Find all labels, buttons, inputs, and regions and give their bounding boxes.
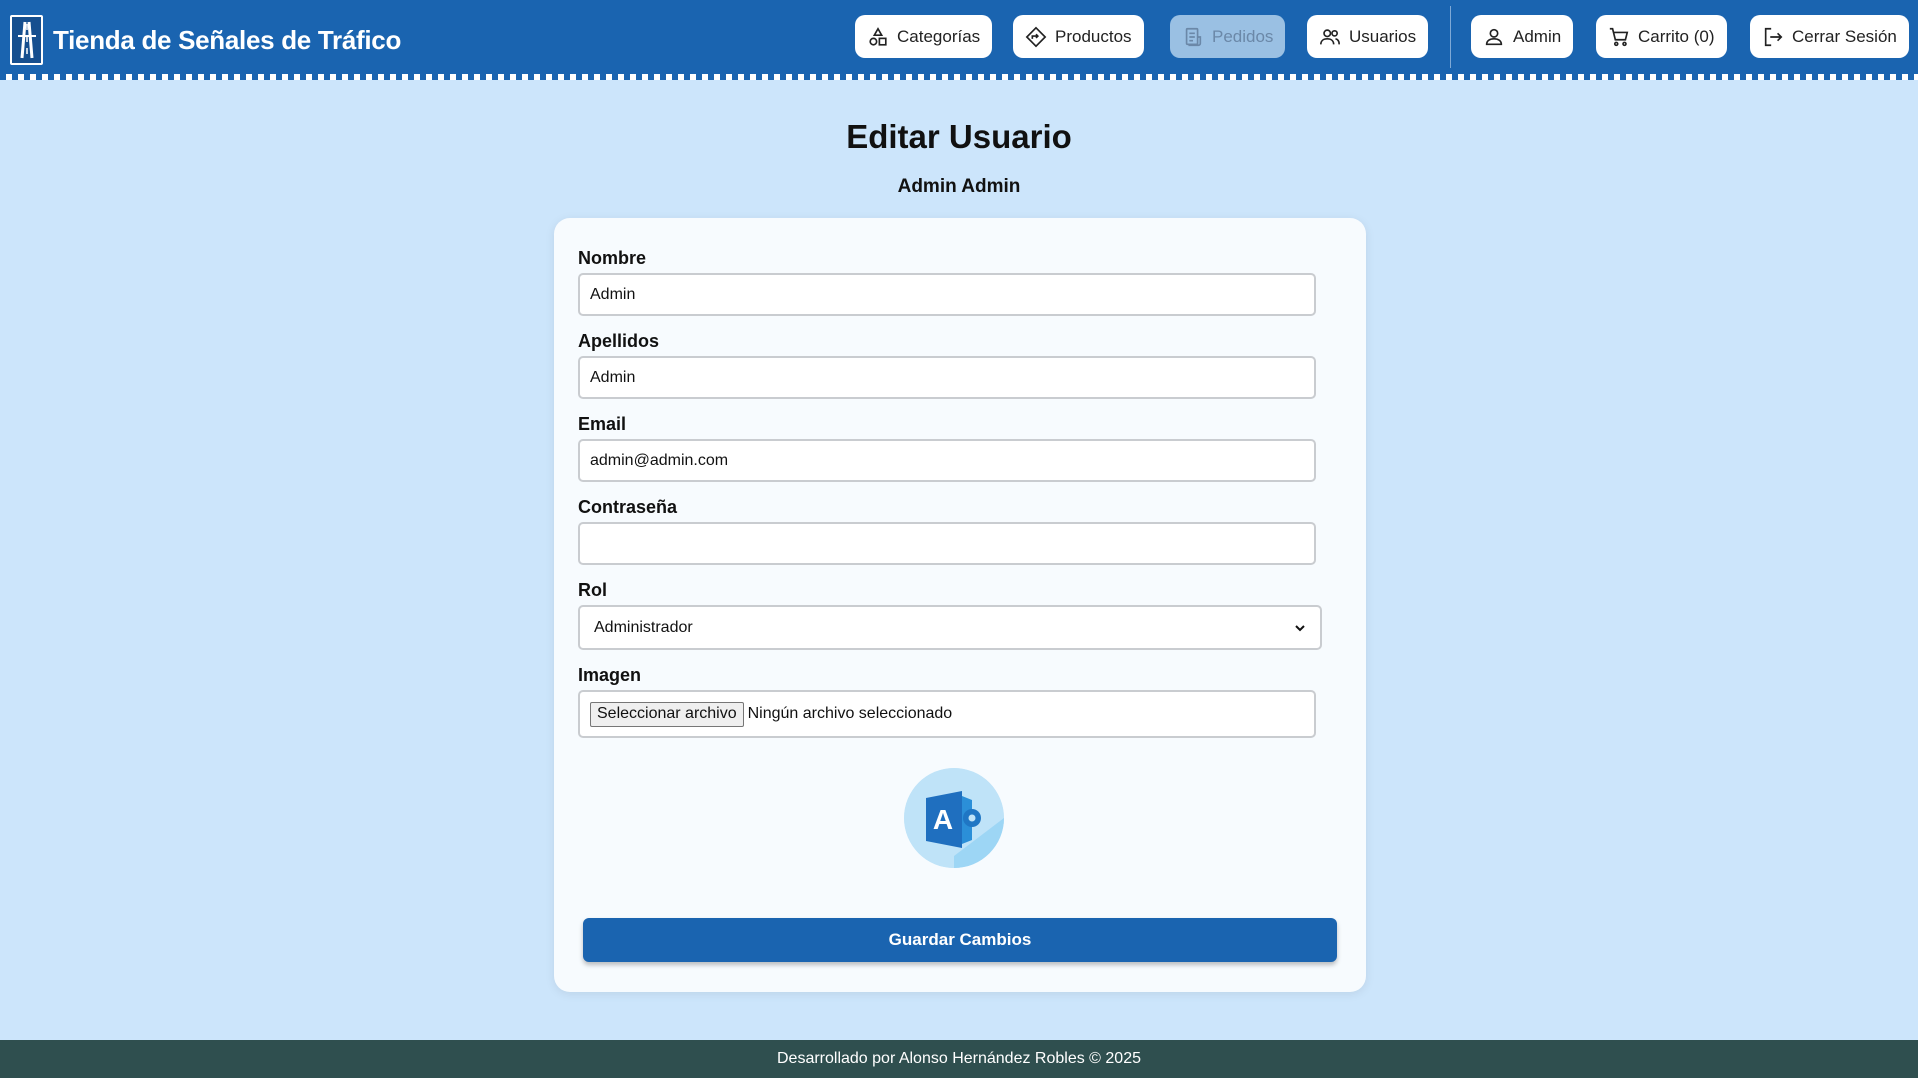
chevron-down-icon: [1295, 624, 1305, 631]
nav-usuarios-label: Usuarios: [1349, 26, 1417, 46]
nav-admin-button[interactable]: Admin: [1471, 15, 1574, 58]
nav-cerrar-sesion-label: Cerrar Sesión: [1792, 26, 1897, 46]
imagen-label: Imagen: [578, 665, 642, 685]
rol-selected-value: Administrador: [594, 618, 693, 636]
save-changes-button[interactable]: Guardar Cambios: [583, 918, 1337, 962]
email-label: Email: [578, 414, 627, 434]
password-label: Contraseña: [578, 497, 678, 517]
receipt-icon: [1185, 27, 1202, 46]
avatar-letter: A: [933, 804, 953, 835]
nav-cerrar-sesion-button[interactable]: Cerrar Sesión: [1750, 15, 1909, 58]
edit-user-form: Nombre Apellidos Email Contraseña Rol Ad…: [554, 218, 1366, 992]
select-file-button[interactable]: Seleccionar archivo: [590, 701, 744, 727]
nav-pedidos-label: Pedidos: [1212, 26, 1274, 46]
password-input[interactable]: [578, 522, 1316, 565]
user-icon: [1485, 28, 1503, 45]
nav-carrito-label: Carrito (0): [1638, 26, 1715, 46]
diamond-sign-icon: [1025, 26, 1047, 47]
nav-categorias-button[interactable]: Categorías: [855, 15, 993, 58]
page-subtitle: Admin Admin: [897, 176, 1021, 197]
nav-pedidos-button[interactable]: Pedidos: [1170, 15, 1286, 58]
rol-select[interactable]: Administrador: [578, 605, 1322, 650]
nav-usuarios-button[interactable]: Usuarios: [1307, 15, 1429, 58]
users-icon: [1320, 28, 1340, 44]
cart-icon: [1609, 27, 1629, 46]
rol-label: Rol: [578, 580, 607, 600]
apellidos-input[interactable]: [578, 356, 1316, 399]
highway-logo-icon: [10, 15, 43, 65]
avatar-admin-icon: A: [904, 768, 1004, 868]
nombre-label: Nombre: [578, 248, 647, 268]
page-title: Editar Usuario: [846, 118, 1072, 155]
nav-admin-label: Admin: [1513, 26, 1562, 46]
brand-title: Tienda de Señales de Tráfico: [53, 24, 402, 55]
nav-productos-label: Productos: [1055, 26, 1132, 46]
nav-carrito-button[interactable]: Carrito (0): [1596, 15, 1727, 58]
file-status: Ningún archivo seleccionado: [747, 705, 953, 722]
nombre-input[interactable]: [578, 273, 1316, 316]
footer-text: Desarrollado por Alonso Hernández Robles…: [776, 1050, 1141, 1067]
nav-categorias-label: Categorías: [897, 26, 981, 46]
top-navbar: Tienda de Señales de Tráfico Categorías …: [0, 0, 1918, 80]
footer: Desarrollado por Alonso Hernández Robles…: [0, 1040, 1918, 1078]
shapes-icon: [869, 26, 887, 46]
brand[interactable]: Tienda de Señales de Tráfico: [10, 15, 401, 65]
imagen-file-input: Seleccionar archivo Ningún archivo selec…: [578, 690, 1316, 738]
apellidos-label: Apellidos: [578, 331, 660, 351]
nav-productos-button[interactable]: Productos: [1013, 15, 1144, 58]
nav-divider: [1450, 6, 1451, 68]
logout-icon: [1764, 27, 1783, 46]
email-input[interactable]: [578, 439, 1316, 482]
